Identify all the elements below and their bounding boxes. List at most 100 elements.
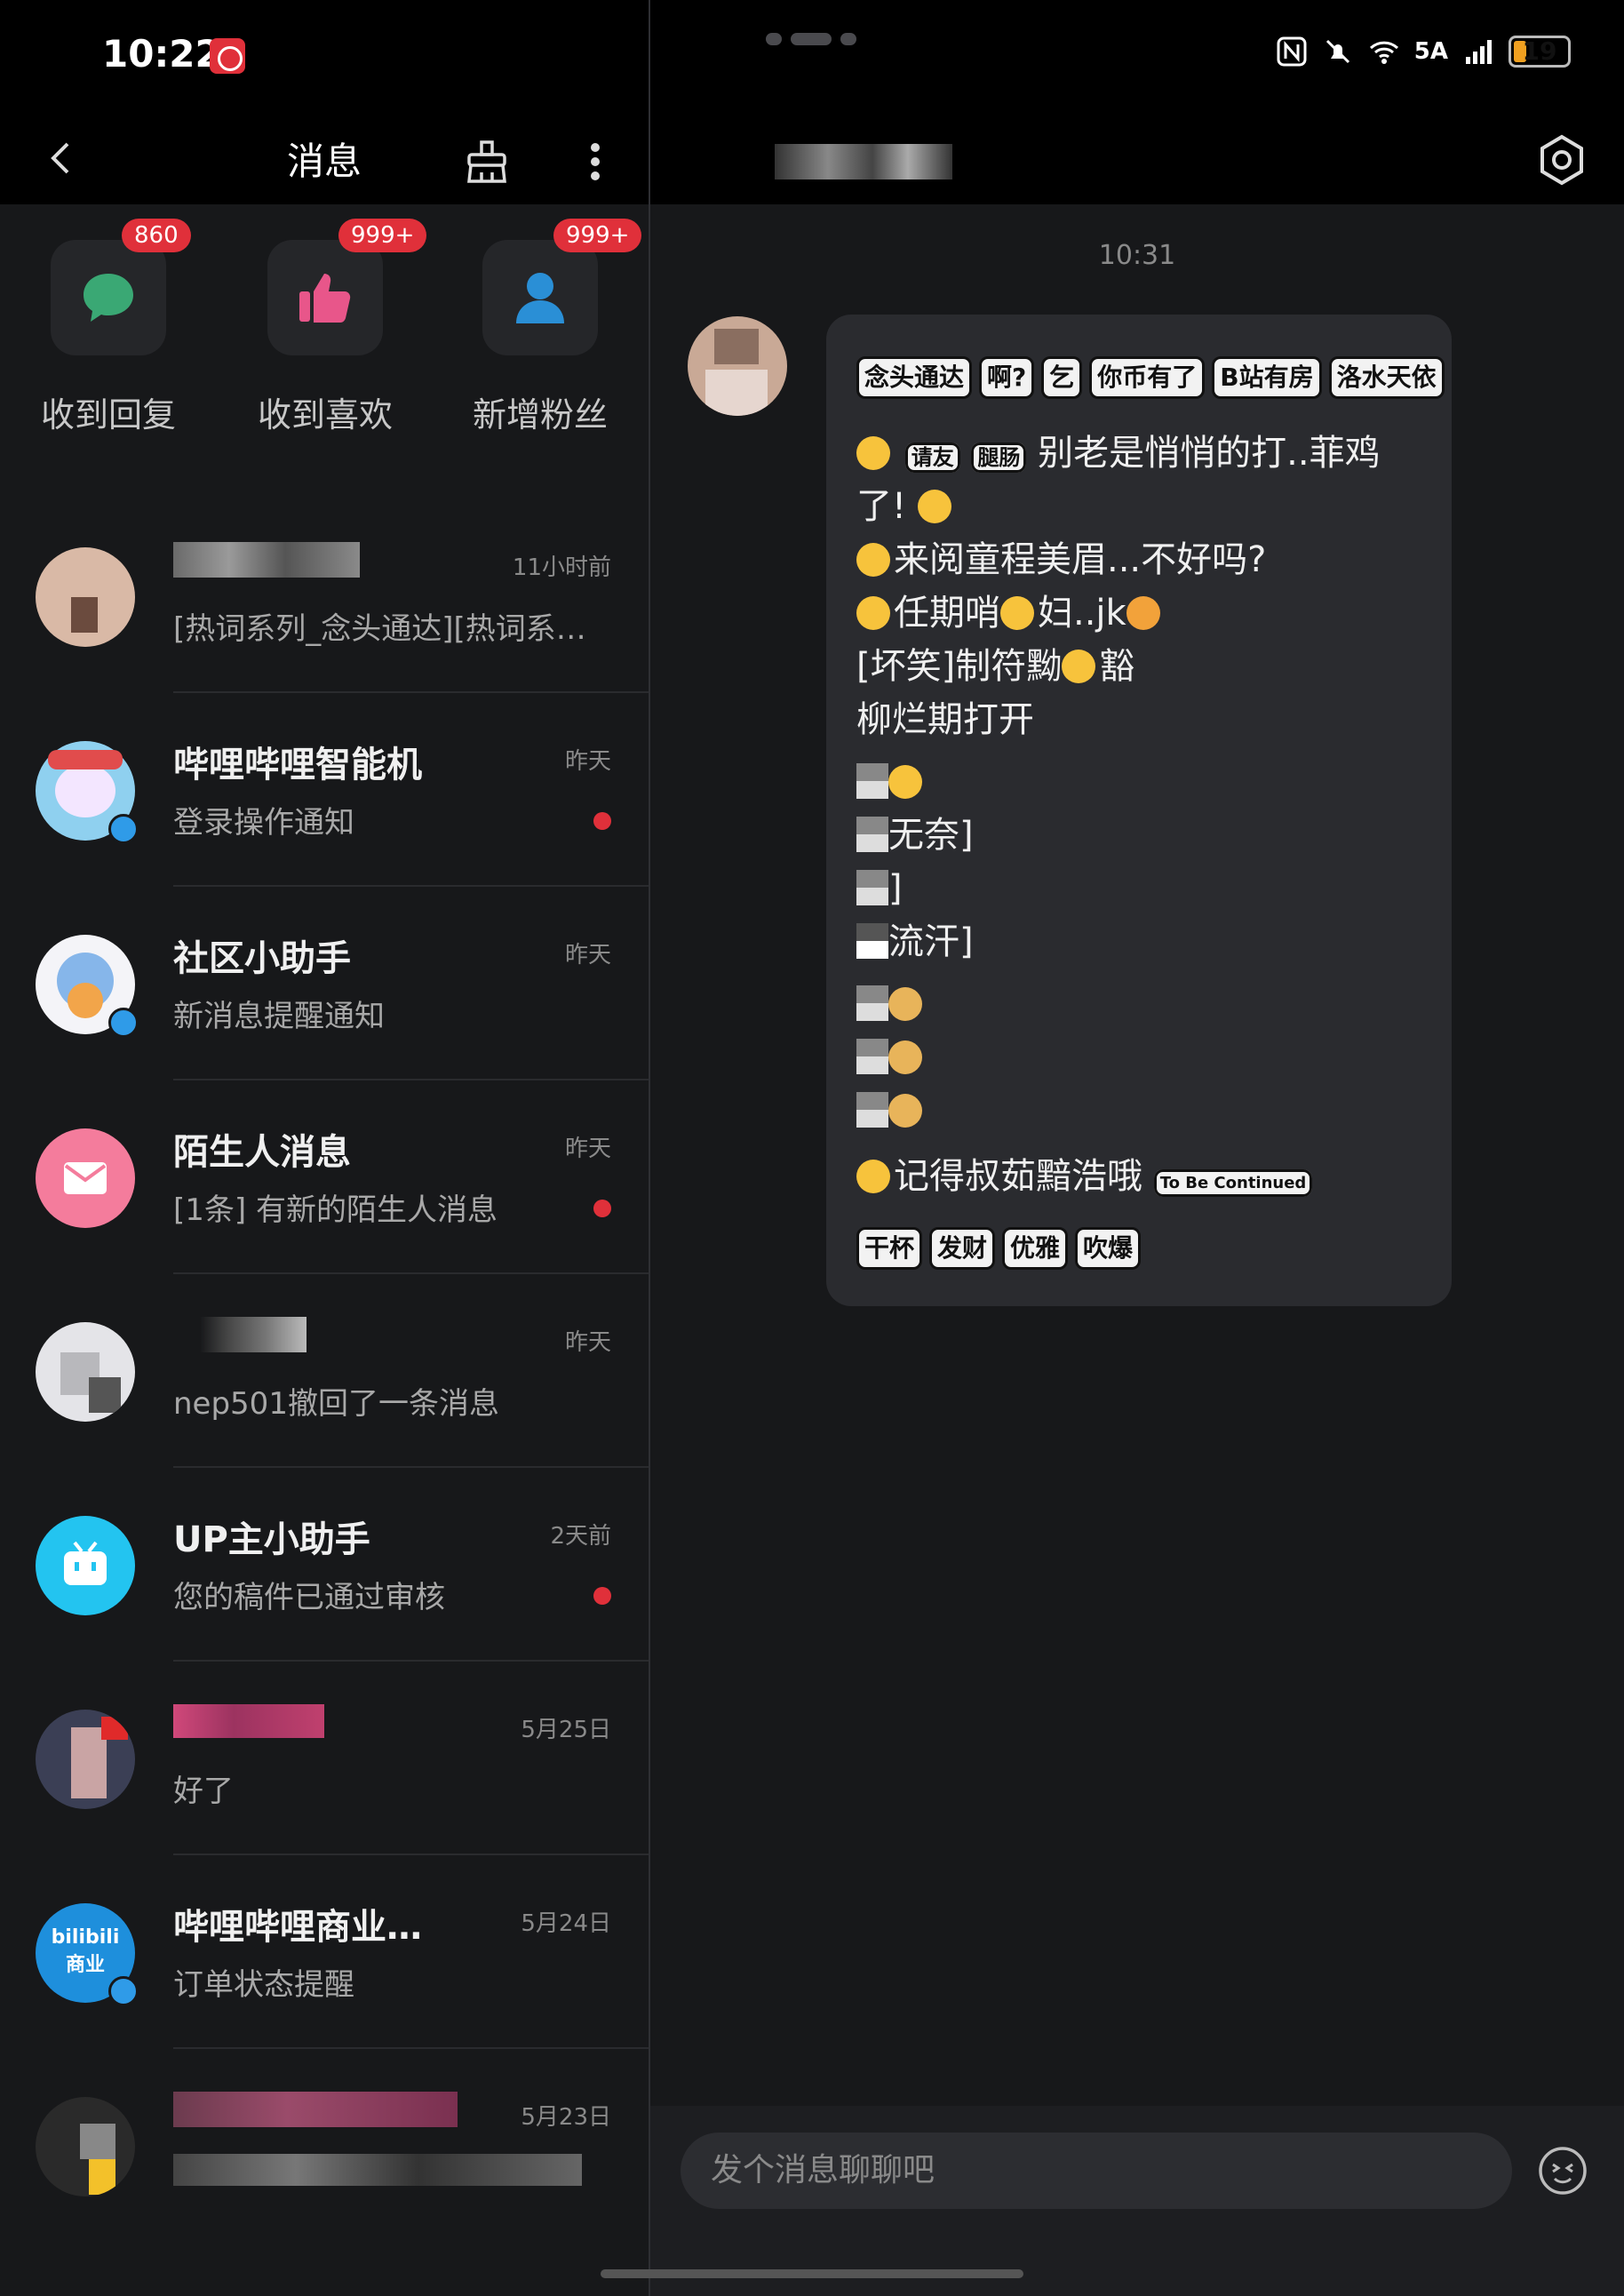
conversation-row[interactable]: 5月23日: [0, 2092, 649, 2291]
message-text: 别老是悄悄的打..菲鸡: [1038, 433, 1381, 474]
home-indicator[interactable]: [601, 2269, 1023, 2278]
message-bubble[interactable]: 念头通达 啊? 乞 你币有了 B站有房 洛水天依 请友 腿肠 别老是悄悄的打..…: [826, 315, 1452, 1306]
broom-clean-icon[interactable]: [462, 137, 512, 187]
conversation-time: 昨天: [564, 1136, 611, 1162]
sticker: 啊?: [979, 356, 1035, 399]
conversation-name: 陌生人消息: [173, 1132, 351, 1173]
chat-input-bar: 发个消息聊聊吧: [650, 2106, 1624, 2296]
sticker-to-be-continued: To Be Continued: [1153, 1169, 1313, 1197]
message-line: 记得叔茹黯浩哦 To Be Continued: [856, 1150, 1452, 1203]
message-line: 任期哨 妇..jk: [856, 586, 1452, 640]
message-timestamp: 10:31: [1098, 240, 1176, 271]
settings-icon[interactable]: [1535, 133, 1588, 187]
message-line: 流汗]: [856, 915, 1452, 969]
divider: [173, 885, 649, 887]
conversation-preview-blurred: [173, 2154, 582, 2194]
person-icon: [516, 273, 564, 323]
cat-emoji-icon: [1126, 596, 1160, 630]
message-line: 了!: [856, 480, 1452, 533]
conversation-row[interactable]: 11小时前 [热词系列_念头通达][热词系…: [0, 542, 649, 741]
avatar: [36, 741, 139, 844]
thumbs-up-icon: [299, 274, 351, 323]
battery-level: 19: [1522, 36, 1557, 66]
divider: [173, 691, 649, 693]
unread-dot: [593, 812, 611, 830]
sticker: 干杯: [856, 1227, 923, 1270]
messages-header: 消息: [0, 116, 649, 204]
censored-block: [856, 870, 888, 905]
message-input[interactable]: 发个消息聊聊吧: [681, 2133, 1512, 2209]
sticker: 念头通达: [856, 356, 973, 399]
mute-icon: [1325, 39, 1349, 64]
emoji-icon: [1062, 650, 1096, 683]
emoji-icon: [856, 543, 890, 577]
message-text: 柳烂期打开: [856, 699, 1034, 740]
category-likes[interactable]: 999+ 收到喜欢: [236, 219, 427, 436]
message-text: 了!: [856, 486, 907, 527]
verified-badge-icon: [108, 814, 139, 844]
chat-pane: 10:31 念头通达 啊? 乞 你币有了 B站有房 洛水天依 请友 腿肠 别老是…: [650, 116, 1624, 2296]
message-text: [坏笑]制符黝: [856, 646, 1063, 687]
conversation-preview: 新消息提醒通知: [173, 999, 385, 1034]
conversation-name-blurred: [173, 1317, 306, 1361]
emoji-icon: [888, 765, 922, 799]
fans-badge: 999+: [553, 219, 642, 252]
category-replies[interactable]: 860 收到回复: [20, 219, 197, 436]
conversation-name: 哔哩哔哩商业…: [173, 1907, 422, 1948]
conversation-row[interactable]: 5月25日 好了: [0, 1704, 649, 1903]
conversation-preview: 好了: [173, 1774, 234, 1809]
conversation-preview: [热词系列_念头通达][热词系…: [173, 611, 586, 647]
category-fans[interactable]: 999+ 新增粉丝: [451, 219, 642, 436]
tv-mascot-icon: [64, 1541, 107, 1585]
censored-block: [856, 985, 888, 1021]
carrier-icon: [210, 38, 245, 74]
message-line: [856, 1084, 1452, 1137]
signal-icon: [1466, 40, 1492, 64]
divider: [173, 1854, 649, 1855]
avatar: [36, 547, 135, 647]
message-line: [坏笑]制符黝豁: [856, 640, 1452, 693]
multitask-dots-icon[interactable]: [766, 32, 865, 49]
battery-icon: 19: [1509, 36, 1571, 68]
message-line: 柳烂期打开: [856, 693, 1452, 746]
doge-emoji-icon: [888, 1040, 922, 1074]
conversation-time: 5月24日: [521, 1910, 611, 1937]
avatar: [36, 1322, 135, 1422]
sticker: B站有房: [1212, 356, 1322, 399]
message-line: [856, 1031, 1452, 1084]
screen: 10:22 5A 19 消息 860 收到回复 999+ 收到喜欢 999+ 新…: [0, 0, 1624, 2296]
conversation-row[interactable]: 社区小助手 昨天 新消息提醒通知: [0, 935, 649, 1128]
conversation-row[interactable]: UP主小助手 2天前 您的稿件已通过审核: [0, 1516, 649, 1710]
message-text: 妇..jk: [1038, 593, 1126, 634]
unread-dot: [593, 1200, 611, 1217]
wifi-icon: [1369, 41, 1398, 64]
page-title: 消息: [286, 140, 362, 183]
conversation-row[interactable]: 陌生人消息 昨天 [1条] 有新的陌生人消息: [0, 1128, 649, 1322]
conversation-row[interactable]: 哔哩哔哩智能机 昨天 登录操作通知: [0, 741, 649, 935]
sender-avatar[interactable]: [688, 316, 787, 416]
envelope-icon: [64, 1162, 107, 1194]
conversation-time: 11小时前: [512, 554, 611, 581]
bilibili-logo-icon: bilibili 商业: [51, 1926, 120, 1976]
message-text: 豁: [1099, 646, 1135, 687]
conversation-preview: [1条] 有新的陌生人消息: [173, 1192, 498, 1228]
conversation-row[interactable]: bilibili 商业 哔哩哔哩商业… 5月24日 订单状态提醒: [0, 1903, 649, 2097]
message-line: 请友 腿肠 别老是悄悄的打..菲鸡: [856, 427, 1452, 480]
message-line: 无奈]: [856, 809, 1452, 862]
message-line: [856, 977, 1452, 1031]
conversation-preview: nep501撤回了一条消息: [173, 1386, 499, 1422]
sticker: 腿肠: [971, 442, 1027, 473]
sticker: 发财: [929, 1227, 996, 1270]
more-menu-icon[interactable]: [577, 137, 613, 187]
censored-block: [856, 1039, 888, 1074]
message-line: ]: [856, 862, 1452, 915]
unread-dot: [593, 1587, 611, 1605]
notification-categories: 860 收到回复 999+ 收到喜欢 999+ 新增粉丝: [0, 219, 649, 436]
category-label: 收到喜欢: [257, 395, 393, 434]
emoji-button-icon[interactable]: [1537, 2145, 1588, 2196]
sticker: 你币有了: [1089, 356, 1206, 399]
conversation-name-blurred: [173, 542, 360, 586]
conversation-list: 11小时前 [热词系列_念头通达][热词系… 哔哩哔哩智能机 昨天 登录操作通知: [0, 542, 649, 2291]
message-text: 来阅童程美眉...不好吗?: [894, 539, 1267, 580]
conversation-row[interactable]: 昨天 nep501撤回了一条消息: [0, 1317, 649, 1516]
